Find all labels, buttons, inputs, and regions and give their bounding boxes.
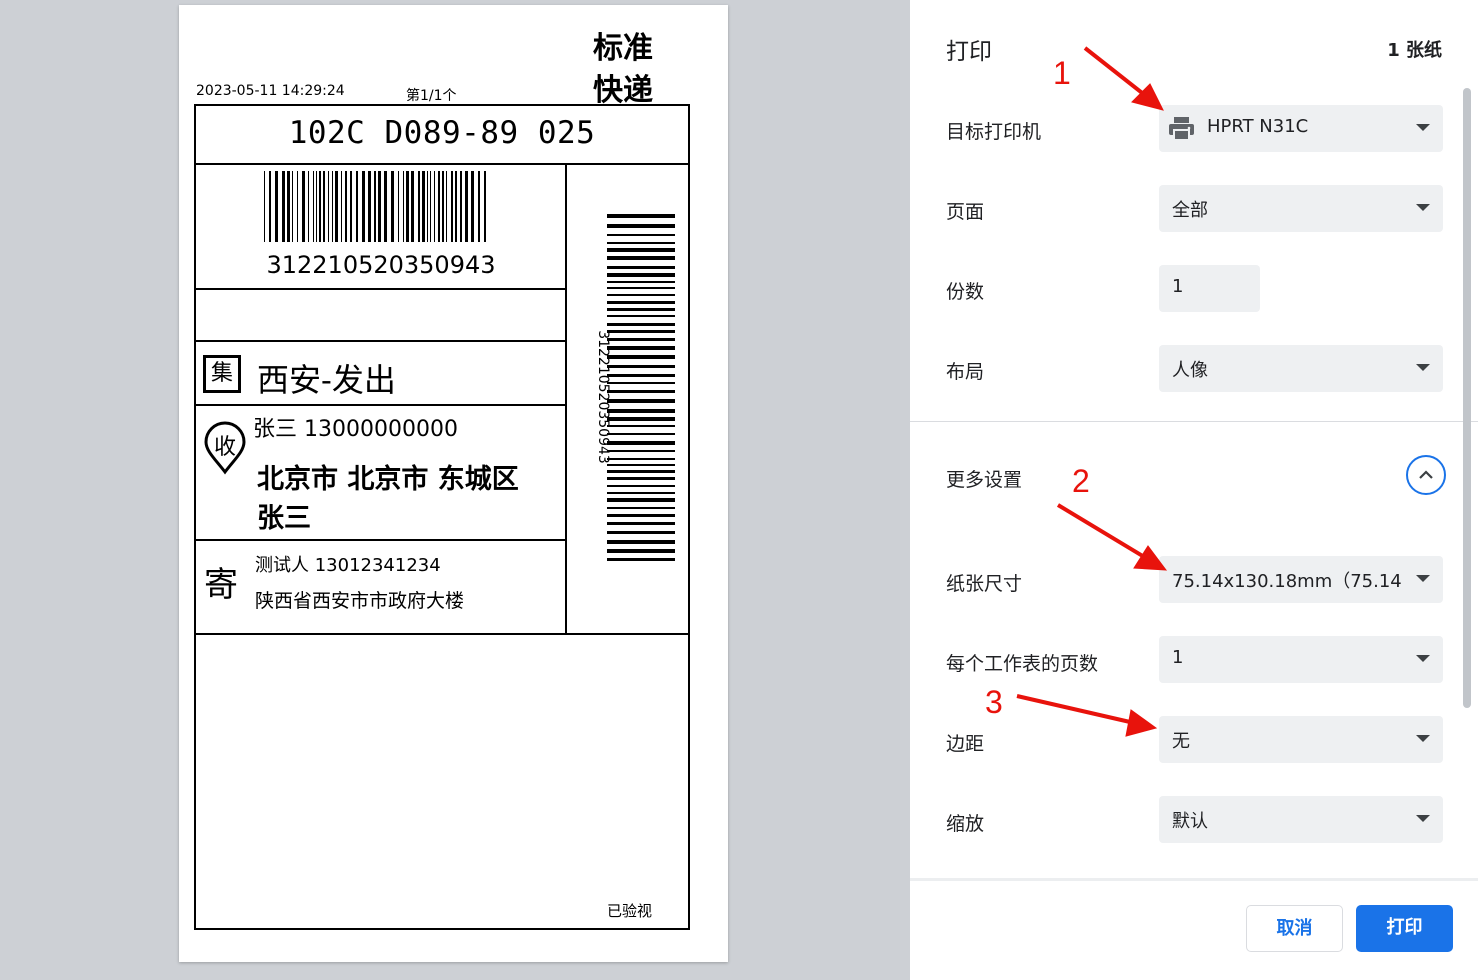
chevron-down-icon: [1416, 575, 1430, 582]
receiver-badge: 收: [213, 435, 236, 460]
label-bottom-rule: [194, 928, 690, 930]
printer-icon: [1169, 117, 1194, 141]
chevron-up-icon: [1419, 470, 1433, 479]
tracking-number-vertical: 312210520350943: [595, 330, 611, 464]
more-settings-toggle[interactable]: [1406, 455, 1446, 495]
margins-label: 边距: [946, 733, 985, 755]
service-type-line1: 标准: [593, 31, 653, 66]
scale-select[interactable]: 默认: [1159, 796, 1443, 843]
footer-divider: [910, 878, 1478, 881]
receiver-address-line2: 张三: [257, 503, 311, 534]
paper-size-value: 75.14x130.18mm（75.14 x 130.18 毫米）: [1172, 571, 1401, 592]
section-divider: [910, 421, 1478, 422]
barcode-horizontal: [264, 171, 486, 242]
layout-value: 人像: [1172, 360, 1208, 381]
label-left-edge: [194, 104, 196, 930]
printer-select[interactable]: HPRT N31C: [1159, 105, 1443, 152]
chevron-down-icon: [1416, 735, 1430, 742]
label-page-indicator: 第1/1个: [406, 88, 457, 104]
paper-size-select[interactable]: 75.14x130.18mm（75.14 x 130.18 毫米）: [1159, 556, 1443, 603]
margins-select[interactable]: 无: [1159, 716, 1443, 763]
copies-label: 份数: [946, 281, 985, 303]
printer-label: 目标打印机: [946, 121, 1042, 143]
pages-select[interactable]: 全部: [1159, 185, 1443, 232]
sender-address: 陕西省西安市市政府大楼: [255, 590, 465, 612]
barcode-vertical: [607, 214, 675, 561]
receiver-contact: 张三 13000000000: [253, 417, 458, 442]
paper-size-label: 纸张尺寸: [946, 573, 1023, 595]
label-column-divider: [565, 163, 567, 635]
hub-badge: 集: [203, 355, 241, 393]
tracking-number-text: 312210520350943: [266, 251, 496, 279]
label-rule-sender: [194, 633, 690, 635]
label-timestamp: 2023-05-11 14:29:24: [196, 83, 345, 99]
pages-label: 页面: [946, 201, 985, 223]
layout-select[interactable]: 人像: [1159, 345, 1443, 392]
pages-value: 全部: [1172, 200, 1208, 221]
label-right-edge: [688, 104, 690, 930]
scrollbar-thumb[interactable]: [1463, 88, 1471, 708]
pages-per-sheet-select[interactable]: 1: [1159, 636, 1443, 683]
print-preview-area: 2023-05-11 14:29:24 第1/1个 标准 快递 102C D08…: [0, 0, 910, 980]
print-button[interactable]: 打印: [1356, 905, 1453, 952]
shipping-label-preview: 2023-05-11 14:29:24 第1/1个 标准 快递 102C D08…: [179, 5, 728, 962]
hub-name: 西安-发出: [257, 361, 396, 399]
inspection-mark: 已验视: [607, 902, 653, 920]
scale-label: 缩放: [946, 813, 985, 835]
label-rule-hub: [194, 404, 567, 406]
label-rule-blank: [194, 340, 567, 342]
printer-value: HPRT N31C: [1207, 116, 1309, 137]
layout-label: 布局: [946, 361, 985, 383]
chevron-down-icon: [1416, 204, 1430, 211]
sender-contact: 测试人 13012341234: [255, 555, 441, 576]
chevron-down-icon: [1416, 815, 1430, 822]
dialog-title: 打印: [946, 39, 992, 65]
sheet-count: 1 张纸: [1387, 40, 1442, 61]
label-rule-receiver: [194, 539, 567, 541]
label-rule-sort: [194, 163, 690, 165]
label-rule-barcode: [194, 288, 567, 290]
service-type-line2: 快递: [593, 73, 653, 108]
print-settings-panel: 打印 1 张纸 目标打印机 HPRT N31C 页面 全部 份数 1 布局 人像…: [910, 0, 1478, 980]
chevron-down-icon: [1416, 124, 1430, 131]
more-settings-label[interactable]: 更多设置: [946, 465, 1022, 492]
copies-input[interactable]: 1: [1159, 265, 1260, 312]
sort-code: 102C D089-89 025: [288, 115, 596, 151]
receiver-address-line1: 北京市 北京市 东城区: [257, 464, 519, 495]
margins-value: 无: [1172, 731, 1190, 752]
pages-per-sheet-value: 1: [1172, 647, 1184, 668]
chevron-down-icon: [1416, 655, 1430, 662]
chevron-down-icon: [1416, 364, 1430, 371]
sender-badge: 寄: [204, 565, 238, 605]
label-top-rule: [194, 104, 690, 106]
scale-value: 默认: [1172, 811, 1208, 832]
cancel-button[interactable]: 取消: [1246, 905, 1343, 952]
copies-value: 1: [1172, 276, 1184, 297]
pages-per-sheet-label: 每个工作表的页数: [946, 653, 1099, 675]
